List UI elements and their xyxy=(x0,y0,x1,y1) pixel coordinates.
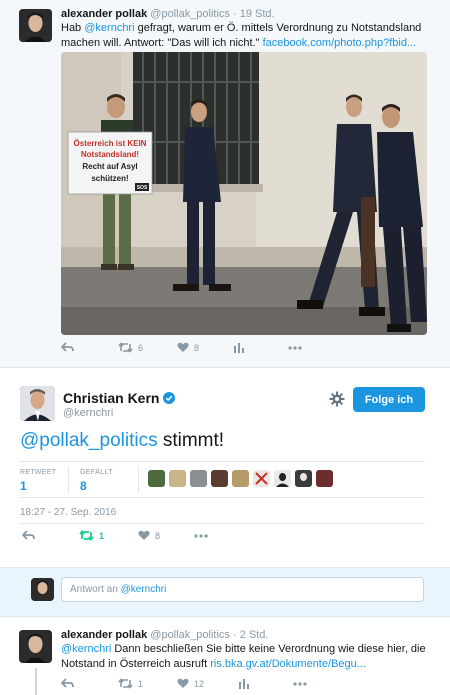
sign-text-line1: Österreich ist KEIN xyxy=(74,139,147,148)
author-name[interactable]: alexander pollak xyxy=(61,8,147,20)
retweet-button[interactable]: 1 xyxy=(118,678,143,689)
analytics-icon xyxy=(239,679,250,689)
gear-icon[interactable] xyxy=(329,391,345,407)
author-handle[interactable]: @kernchri xyxy=(63,407,113,419)
reply-input[interactable]: Antwort an @kernchri xyxy=(61,577,424,602)
avatar[interactable] xyxy=(19,630,52,663)
liker-avatar[interactable] xyxy=(211,470,228,487)
tweet-photo[interactable]: Österreich ist KEIN Notstandsland! Recht… xyxy=(61,52,427,335)
tweet-text: Hab @kernchri gefragt, warum er Ö. mitte… xyxy=(61,22,422,49)
reply-icon xyxy=(61,342,74,352)
retweet-icon xyxy=(79,530,94,541)
url-link[interactable]: facebook.com/photo.php?fbid... xyxy=(263,37,417,49)
liker-avatar[interactable] xyxy=(295,470,312,487)
liker-avatar[interactable] xyxy=(316,470,333,487)
tweet-pollak-1: alexander pollak @pollak_politics · 19 S… xyxy=(0,0,450,366)
like-count: 12 xyxy=(194,678,205,689)
verified-badge-icon xyxy=(163,392,176,404)
divider xyxy=(68,466,69,493)
heart-icon xyxy=(138,530,150,540)
analytics-icon xyxy=(234,343,245,353)
retweet-button[interactable]: 6 xyxy=(118,342,143,353)
like-count: 8 xyxy=(155,530,161,541)
reply-icon xyxy=(22,530,35,540)
author-handle[interactable]: @pollak_politics xyxy=(150,8,230,20)
more-button[interactable] xyxy=(293,681,307,686)
liker-avatar[interactable] xyxy=(253,470,270,487)
analytics-button[interactable] xyxy=(233,342,245,353)
retweet-icon xyxy=(118,678,133,689)
separator: · xyxy=(233,629,237,641)
divider xyxy=(20,461,425,462)
tweet-text: @pollak_politics stimmt! xyxy=(20,430,225,451)
more-icon xyxy=(293,681,307,686)
tweet-actions: 6 8 xyxy=(61,342,302,353)
more-icon xyxy=(194,533,208,538)
more-icon xyxy=(288,345,302,350)
mention-link[interactable]: @pollak_politics xyxy=(20,430,158,451)
mention-link[interactable]: @kernchri xyxy=(61,643,111,655)
like-button[interactable]: 8 xyxy=(177,342,199,353)
liker-avatar[interactable] xyxy=(274,470,291,487)
thread-line xyxy=(35,668,37,695)
like-button[interactable]: 12 xyxy=(177,678,204,689)
heart-icon xyxy=(177,342,189,352)
retweet-icon xyxy=(118,342,133,353)
more-button[interactable] xyxy=(288,345,302,350)
like-stat-count[interactable]: 8 xyxy=(80,479,87,493)
avatar-kern[interactable] xyxy=(20,386,55,421)
retweet-button[interactable]: 1 xyxy=(79,530,104,541)
sign-text-line2: Notstandsland! xyxy=(81,150,139,159)
like-stat-label: GEFÄLLT xyxy=(80,469,113,476)
avatar[interactable] xyxy=(19,9,52,42)
reply-icon xyxy=(61,678,74,688)
author-name[interactable]: alexander pollak xyxy=(61,629,147,641)
retweet-stat-count[interactable]: 1 xyxy=(20,479,27,493)
reply-button[interactable] xyxy=(61,678,74,689)
retweet-count: 1 xyxy=(99,530,105,541)
retweet-stat-label: RETWEET xyxy=(20,469,57,476)
liker-avatar[interactable] xyxy=(190,470,207,487)
tweet-time[interactable]: 19 Std. xyxy=(240,8,275,20)
divider xyxy=(138,466,139,493)
retweet-count: 6 xyxy=(138,342,144,353)
divider xyxy=(20,523,425,524)
tweet-actions: 1 8 xyxy=(22,530,208,541)
tweet-date[interactable]: 18:27 - 27. Sep. 2016 xyxy=(20,507,116,518)
retweet-count: 1 xyxy=(138,678,144,689)
liker-avatar[interactable] xyxy=(148,470,165,487)
tweet-time[interactable]: 2 Std. xyxy=(240,629,269,641)
reply-button[interactable] xyxy=(22,530,35,541)
url-link[interactable]: ris.bka.gv.at/Dokumente/Begu... xyxy=(210,658,366,670)
sign-text-line4: schützen! xyxy=(91,174,128,183)
heart-icon xyxy=(177,678,189,688)
liker-avatar[interactable] xyxy=(169,470,186,487)
author-name[interactable]: Christian Kern xyxy=(63,390,159,406)
sign-badge: SOS xyxy=(137,185,148,191)
author-handle[interactable]: @pollak_politics xyxy=(150,629,230,641)
like-button[interactable]: 8 xyxy=(138,530,160,541)
analytics-button[interactable] xyxy=(238,678,250,689)
tweet-actions: 1 12 xyxy=(61,678,307,689)
liker-avatar[interactable] xyxy=(232,470,249,487)
sign-text-line3: Recht auf Asyl xyxy=(82,162,137,171)
mention-link[interactable]: @kernchri xyxy=(84,22,134,34)
avatar-self xyxy=(31,578,54,601)
divider xyxy=(20,497,425,498)
more-button[interactable] xyxy=(194,533,208,538)
like-count: 8 xyxy=(194,342,200,353)
follow-button[interactable]: Folge ich xyxy=(353,387,425,412)
tweet-text: @kernchri Dann beschließen Sie bitte kei… xyxy=(61,643,426,670)
separator: · xyxy=(233,8,237,20)
reply-button[interactable] xyxy=(61,342,74,353)
